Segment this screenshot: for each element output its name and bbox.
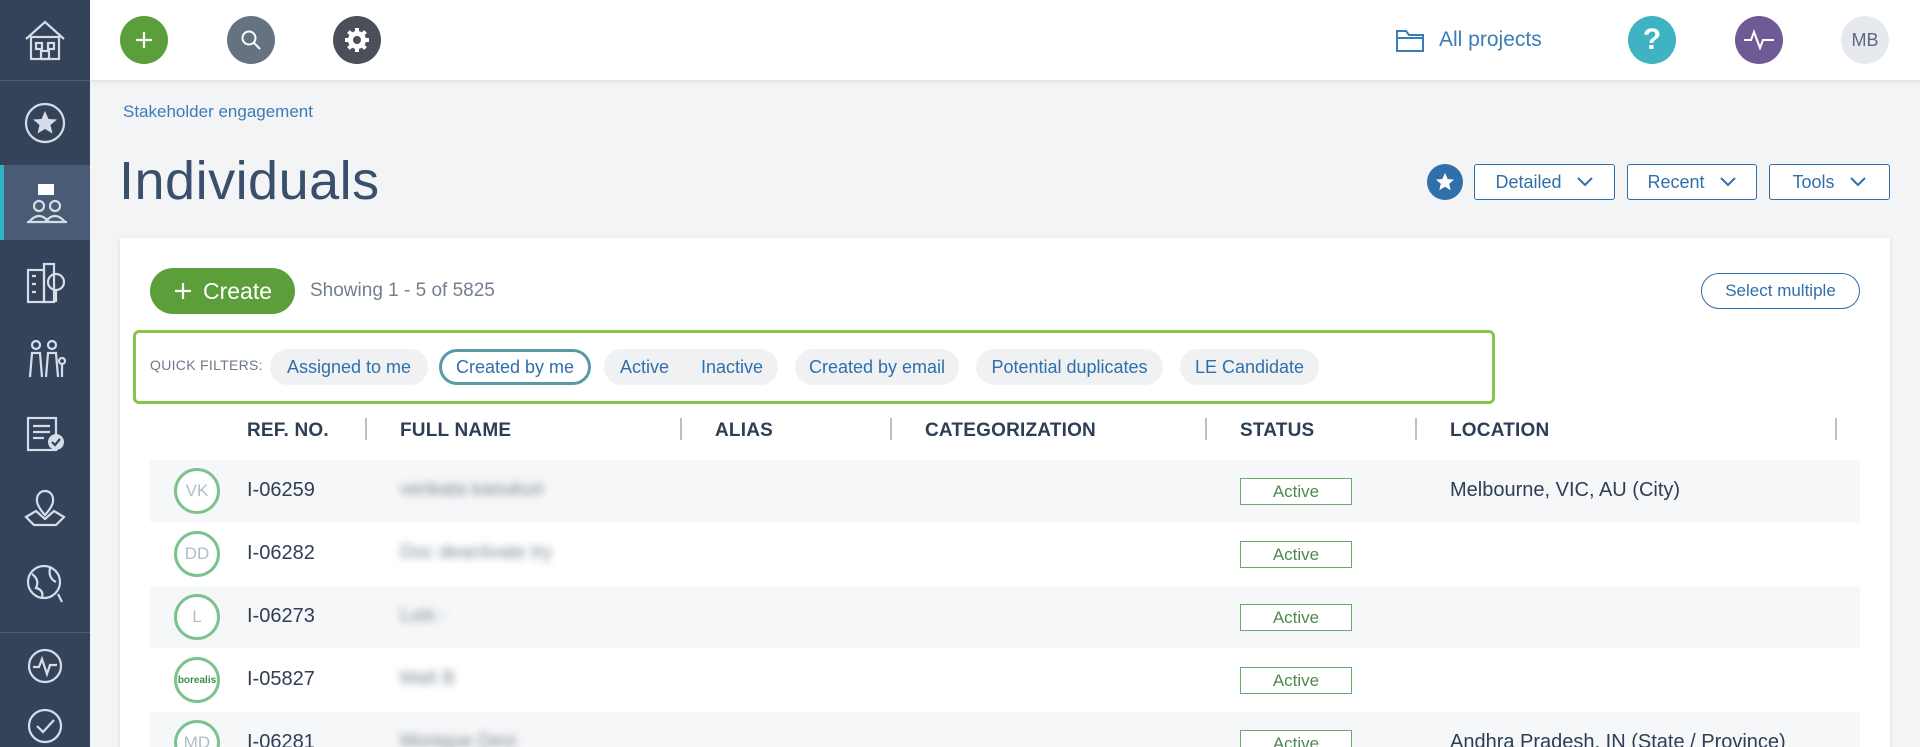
sort-label: Recent bbox=[1647, 171, 1705, 192]
activity-pulse-icon bbox=[27, 648, 63, 684]
result-count: Showing 1 - 5 of 5825 bbox=[310, 280, 495, 301]
page-title: Individuals bbox=[119, 151, 380, 211]
status-badge: Active bbox=[1240, 667, 1352, 694]
stakeholder-engagement-icon bbox=[27, 183, 67, 223]
all-projects-link[interactable]: All projects bbox=[1395, 22, 1542, 58]
favorite-button[interactable] bbox=[1427, 164, 1463, 200]
column-header-alias[interactable]: ALIAS bbox=[715, 420, 773, 442]
quick-filters-label: QUICK FILTERS: bbox=[150, 357, 263, 373]
sort-dropdown[interactable]: Recent bbox=[1627, 164, 1757, 200]
star-icon bbox=[1436, 173, 1454, 191]
activity-button[interactable] bbox=[1735, 16, 1783, 64]
check-circle-icon bbox=[27, 708, 63, 744]
filter-active-inactive-group: Active Inactive bbox=[604, 349, 778, 385]
help-button[interactable]: ? bbox=[1628, 16, 1676, 64]
row-avatar: MD bbox=[174, 720, 220, 747]
folder-icon bbox=[1396, 30, 1424, 52]
row-avatar: L bbox=[174, 594, 220, 640]
table-row[interactable]: borealis I-05827 Matt B Active bbox=[150, 649, 1860, 711]
select-multiple-button[interactable]: Select multiple bbox=[1701, 273, 1860, 309]
table-row[interactable]: MD I-06281 Monique Devi Active Andhra Pr… bbox=[150, 712, 1860, 747]
row-ref-no[interactable]: I-05827 bbox=[247, 668, 315, 691]
sidebar-item-activity[interactable] bbox=[0, 640, 90, 692]
create-label: Create bbox=[202, 277, 273, 304]
column-header-full-name[interactable]: FULL NAME bbox=[400, 420, 511, 442]
individuals-list-card: Create Showing 1 - 5 of 5825 Select mult… bbox=[120, 238, 1890, 747]
filter-created-by-me[interactable]: Created by me bbox=[439, 349, 591, 385]
sidebar-item-locations[interactable] bbox=[0, 475, 90, 540]
table-row[interactable]: L I-06273 Luis - Active bbox=[150, 586, 1860, 648]
filter-assigned-to-me[interactable]: Assigned to me bbox=[270, 349, 428, 385]
row-location: Andhra Pradesh, IN (State / Province) bbox=[1450, 731, 1786, 747]
plus-icon bbox=[136, 32, 152, 48]
view-mode-label: Detailed bbox=[1495, 171, 1562, 192]
view-mode-dropdown[interactable]: Detailed bbox=[1474, 164, 1615, 200]
star-circle-icon bbox=[24, 102, 66, 143]
column-header-status[interactable]: STATUS bbox=[1240, 420, 1314, 442]
row-ref-no[interactable]: I-06259 bbox=[247, 479, 315, 502]
checklist-document-icon bbox=[26, 416, 64, 451]
table-row[interactable]: VK I-06259 venkata kanukuri Active Melbo… bbox=[150, 460, 1860, 522]
globe-plant-icon bbox=[26, 564, 63, 602]
add-new-button[interactable] bbox=[120, 16, 168, 64]
row-full-name[interactable]: Monique Devi bbox=[400, 731, 516, 747]
help-icon: ? bbox=[1642, 23, 1662, 56]
gear-icon bbox=[345, 28, 369, 52]
row-full-name[interactable]: venkata kanukuri bbox=[400, 479, 544, 501]
filter-le-candidate[interactable]: LE Candidate bbox=[1180, 349, 1319, 385]
family-group-icon bbox=[28, 339, 67, 377]
chevron-down-icon bbox=[1849, 177, 1866, 187]
row-full-name[interactable]: Doc deactivate try bbox=[400, 542, 552, 564]
sidebar-item-groups[interactable] bbox=[0, 325, 90, 390]
borealis-logo-avatar: borealis bbox=[174, 657, 220, 703]
user-initials: MB bbox=[1851, 29, 1879, 50]
status-badge: Active bbox=[1240, 541, 1352, 568]
search-icon bbox=[241, 30, 261, 50]
home-building-icon bbox=[25, 20, 65, 61]
sidebar-item-organizations[interactable] bbox=[0, 250, 90, 315]
status-badge: Active bbox=[1240, 730, 1352, 747]
row-ref-no[interactable]: I-06281 bbox=[247, 731, 315, 747]
tools-dropdown[interactable]: Tools bbox=[1769, 164, 1890, 200]
status-badge: Active bbox=[1240, 478, 1352, 505]
filter-created-by-email[interactable]: Created by email bbox=[795, 349, 959, 385]
filter-potential-duplicates[interactable]: Potential duplicates bbox=[976, 349, 1163, 385]
row-avatar: DD bbox=[174, 531, 220, 577]
filter-active[interactable]: Active bbox=[604, 357, 685, 378]
map-pin-icon bbox=[24, 489, 66, 526]
chevron-down-icon bbox=[1576, 177, 1593, 187]
row-full-name[interactable]: Luis - bbox=[400, 605, 446, 627]
row-full-name[interactable]: Matt B bbox=[400, 668, 455, 690]
sidebar-item-stakeholders[interactable] bbox=[0, 165, 90, 240]
column-header-ref-no[interactable]: REF. NO. bbox=[247, 420, 329, 442]
chevron-down-icon bbox=[1719, 177, 1736, 187]
sidebar-nav bbox=[0, 0, 90, 747]
tools-label: Tools bbox=[1792, 171, 1835, 192]
all-projects-label: All projects bbox=[1439, 28, 1542, 51]
row-ref-no[interactable]: I-06282 bbox=[247, 542, 315, 565]
row-ref-no[interactable]: I-06273 bbox=[247, 605, 315, 628]
create-button[interactable]: Create bbox=[150, 268, 295, 314]
column-header-location[interactable]: LOCATION bbox=[1450, 420, 1549, 442]
breadcrumb[interactable]: Stakeholder engagement bbox=[123, 102, 313, 122]
buildings-tree-icon bbox=[26, 262, 66, 303]
sidebar-item-favorites[interactable] bbox=[0, 90, 90, 155]
search-button[interactable] bbox=[227, 16, 275, 64]
column-header-categorization[interactable]: CATEGORIZATION bbox=[925, 420, 1096, 442]
status-badge: Active bbox=[1240, 604, 1352, 631]
sidebar-item-home[interactable] bbox=[0, 0, 90, 80]
user-avatar[interactable]: MB bbox=[1841, 16, 1889, 64]
sidebar-item-projects[interactable] bbox=[0, 550, 90, 615]
row-location: Melbourne, VIC, AU (City) bbox=[1450, 479, 1681, 501]
pulse-icon bbox=[1744, 29, 1774, 51]
plus-icon bbox=[174, 283, 191, 299]
top-bar: All projects ? MB bbox=[90, 0, 1920, 80]
sidebar-item-approvals[interactable] bbox=[0, 700, 90, 747]
filter-inactive[interactable]: Inactive bbox=[685, 357, 779, 378]
table-row[interactable]: DD I-06282 Doc deactivate try Active bbox=[150, 523, 1860, 585]
row-avatar: VK bbox=[174, 468, 220, 514]
sidebar-item-tasks[interactable] bbox=[0, 400, 90, 465]
settings-button[interactable] bbox=[333, 16, 381, 64]
